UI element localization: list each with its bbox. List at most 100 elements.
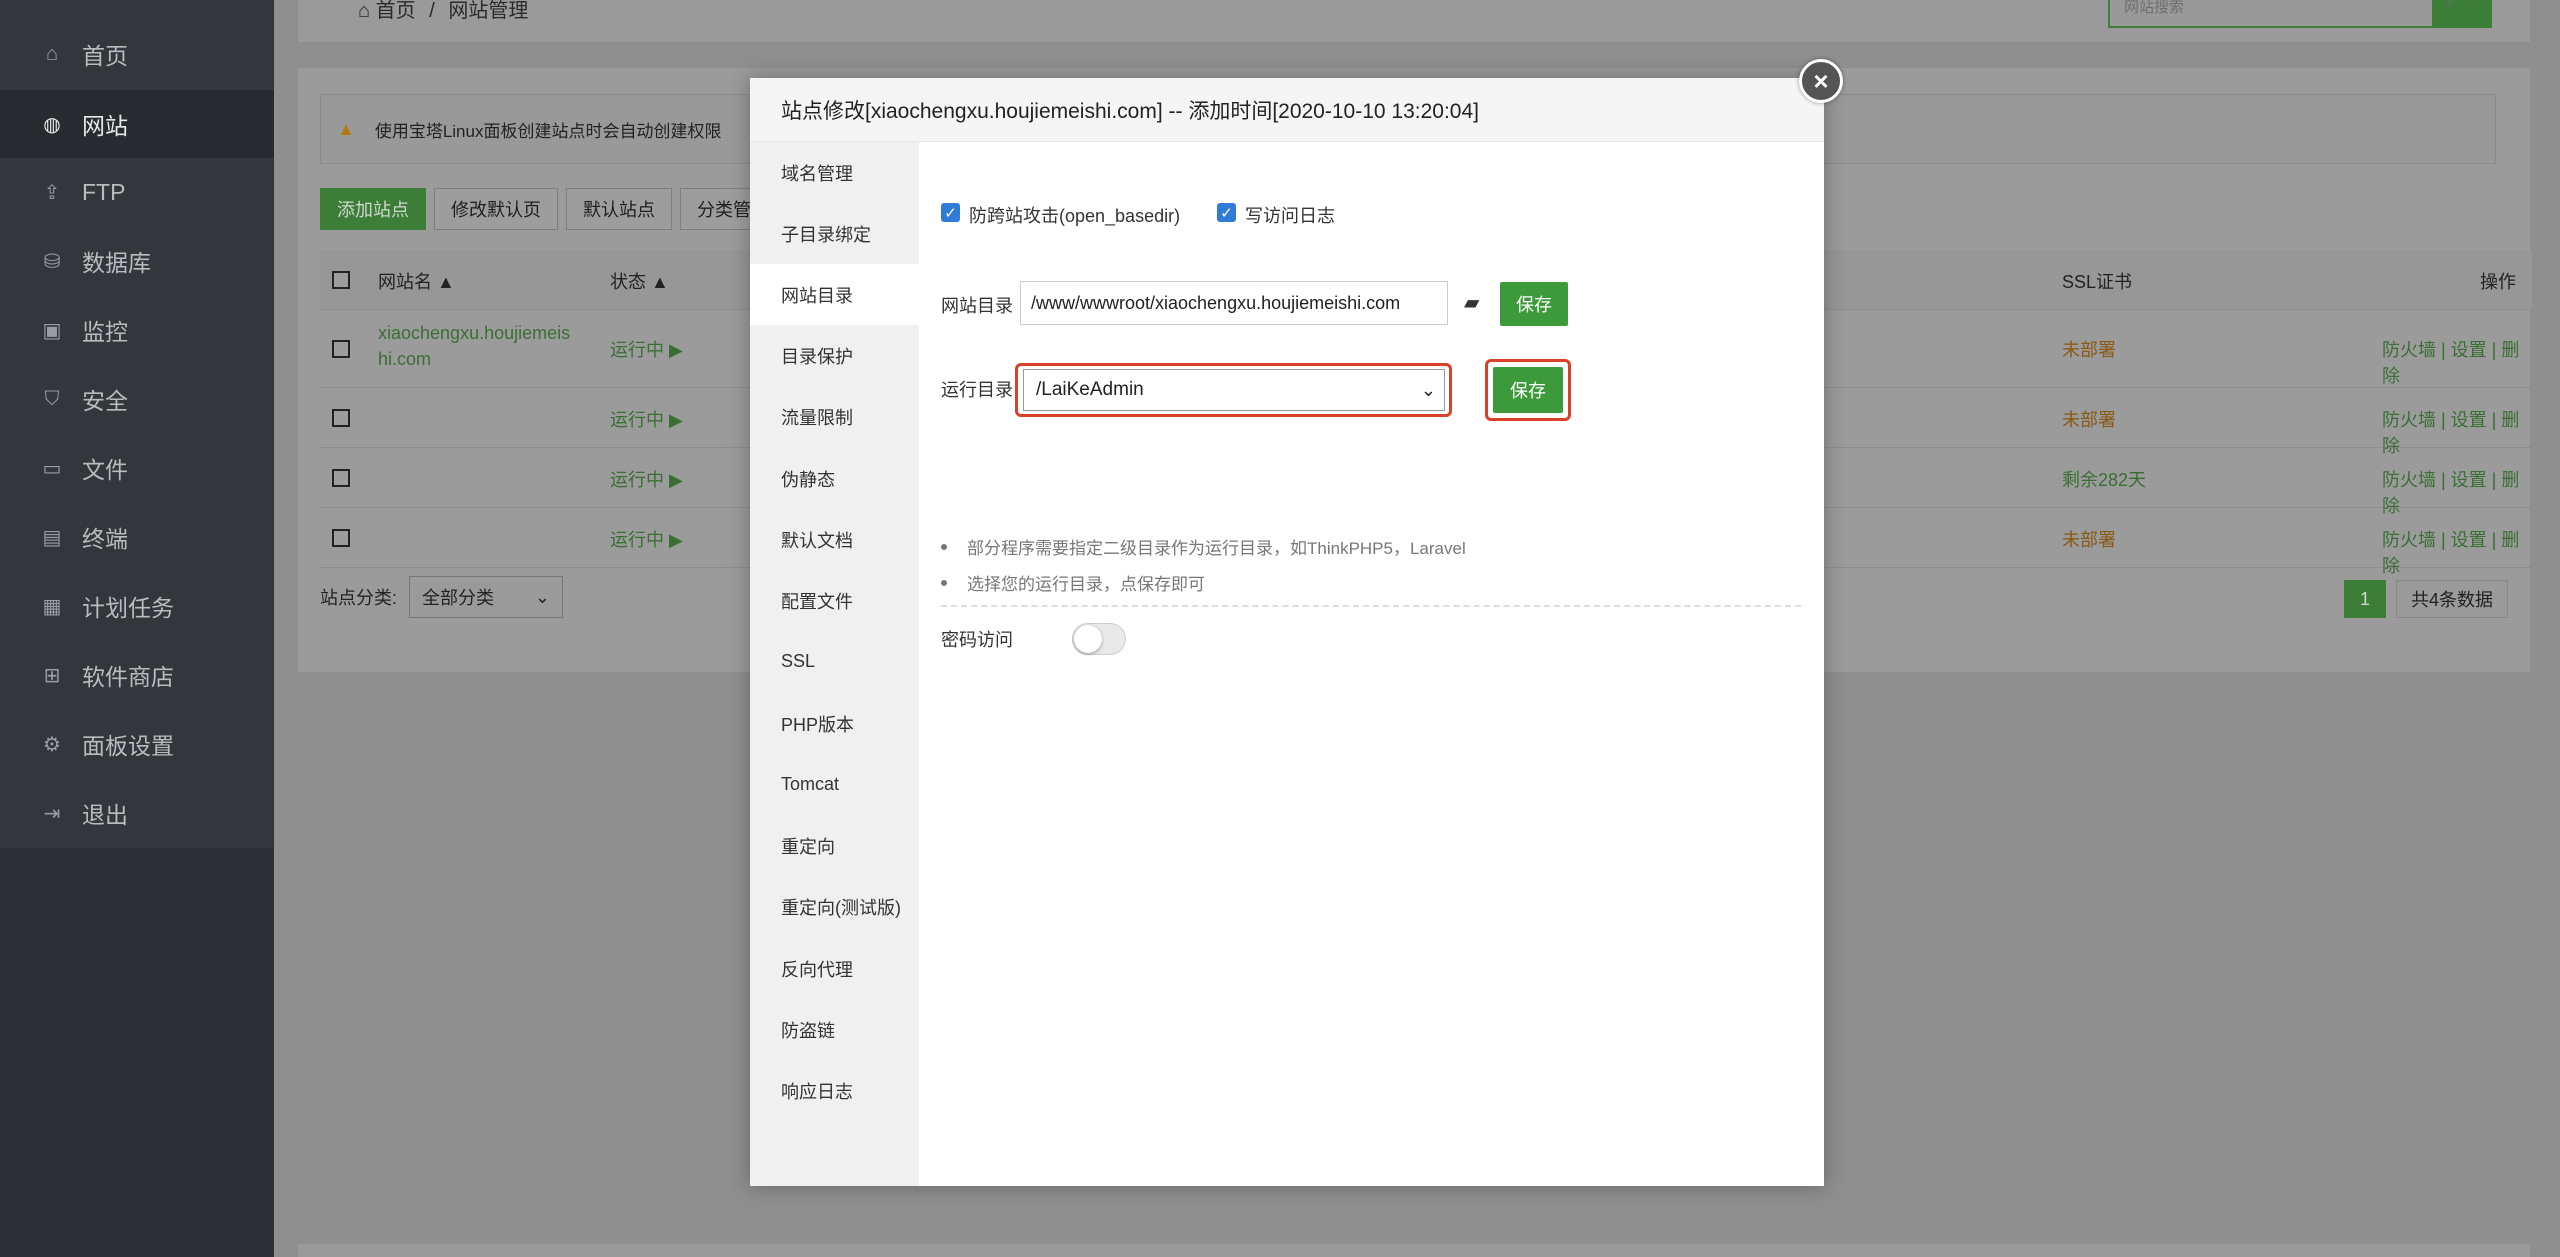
row-checkbox[interactable]	[332, 529, 350, 547]
category-select[interactable]: 全部分类 ⌄	[409, 576, 564, 618]
sidebar-item-home[interactable]: ⌂ 首页	[0, 20, 274, 88]
status-running[interactable]: 运行中 ▶	[610, 336, 683, 362]
sidebar-item-label: 安全	[82, 388, 128, 414]
column-site-name[interactable]: 网站名 ▲	[378, 268, 455, 294]
footer-strip	[298, 1244, 2530, 1257]
breadcrumb-home[interactable]: 首页	[376, 0, 416, 22]
tab-config-file[interactable]: 配置文件	[750, 570, 919, 631]
add-site-button[interactable]: 添加站点	[320, 188, 426, 230]
password-access-label: 密码访问	[941, 630, 1013, 650]
sidebar-item-label: 文件	[82, 457, 128, 483]
tab-rewrite[interactable]: 伪静态	[750, 448, 919, 509]
total-count: 共4条数据	[2395, 580, 2508, 618]
check-icon: ✓	[1220, 204, 1233, 222]
sidebar-item-label: 计划任务	[82, 595, 174, 621]
tab-traffic-limit[interactable]: 流量限制	[750, 386, 919, 447]
search-button[interactable]: ⌕	[2432, 0, 2490, 28]
sort-icon: ▲	[437, 272, 455, 292]
ssl-status[interactable]: 剩余282天	[2062, 466, 2146, 492]
column-status[interactable]: 状态 ▲	[610, 268, 669, 294]
row-checkbox[interactable]	[332, 469, 350, 487]
row-actions[interactable]: 防火墙 | 设置 | 删除	[2382, 526, 2532, 578]
breadcrumb-separator: /	[429, 0, 435, 22]
tab-dir-protect[interactable]: 目录保护	[750, 325, 919, 386]
sidebar-menu: ⌂ 首页 ◍ 网站 ⇪ FTP ⛁ 数据库 ▣ 监控 ⛉ 安全 ▭ 文件 ▤ 终端 ▦ 计划任务 …	[0, 0, 274, 848]
run-dir-select[interactable]: /LaiKeAdmin ⌄	[1023, 369, 1445, 411]
site-dir-label: 网站目录	[941, 296, 1013, 316]
breadcrumb-current: 网站管理	[448, 0, 529, 22]
close-icon: ×	[1813, 65, 1829, 96]
default-site-button[interactable]: 默认站点	[566, 188, 672, 230]
sidebar-item-label: 软件商店	[82, 664, 174, 690]
run-dir-save-button[interactable]: 保存	[1493, 367, 1563, 413]
sidebar-item-database[interactable]: ⛁ 数据库	[0, 227, 274, 295]
modify-default-page-button[interactable]: 修改默认页	[434, 188, 558, 230]
sidebar-item-settings[interactable]: ⚙ 面板设置	[0, 710, 274, 778]
sidebar-item-label: 面板设置	[82, 733, 174, 759]
site-dir-input[interactable]: /www/wwwroot/xiaochengxu.houjiemeishi.co…	[1020, 281, 1448, 325]
select-all-checkbox[interactable]	[332, 271, 350, 289]
status-running[interactable]: 运行中 ▶	[610, 406, 683, 432]
row-checkbox[interactable]	[332, 340, 350, 358]
sidebar-item-monitor[interactable]: ▣ 监控	[0, 296, 274, 364]
site-name-link[interactable]: xiaochengxu.houjiemeis hi.com	[378, 320, 588, 372]
sidebar-item-label: FTP	[82, 178, 126, 205]
close-button[interactable]: ×	[1799, 59, 1843, 103]
tab-domain[interactable]: 域名管理	[750, 142, 919, 203]
sidebar-item-label: 退出	[82, 802, 128, 828]
sidebar-item-label: 首页	[82, 43, 128, 69]
folder-open-icon[interactable]: ▰	[1464, 290, 1479, 315]
tab-redirect[interactable]: 重定向	[750, 815, 919, 876]
terminal-icon: ▤	[42, 526, 62, 549]
tab-redirect-beta[interactable]: 重定向(测试版)	[750, 876, 919, 937]
openbasedir-checkbox[interactable]: ✓	[941, 203, 960, 222]
tip-select-dir: 选择您的运行目录，点保存即可	[941, 570, 1205, 595]
grid-icon: ⊞	[43, 664, 61, 687]
gear-icon: ⚙	[43, 733, 61, 756]
ftp-icon: ⇪	[43, 181, 61, 204]
shield-icon: ⛉	[44, 387, 60, 410]
tab-reverse-proxy[interactable]: 反向代理	[750, 938, 919, 999]
sidebar-item-files[interactable]: ▭ 文件	[0, 434, 274, 502]
tab-default-doc[interactable]: 默认文档	[750, 509, 919, 570]
tab-response-log[interactable]: 响应日志	[750, 1060, 919, 1121]
password-access-toggle[interactable]	[1072, 623, 1126, 655]
status-running[interactable]: 运行中 ▶	[610, 526, 683, 552]
tab-ssl[interactable]: SSL	[750, 631, 919, 692]
sidebar-item-store[interactable]: ⊞ 软件商店	[0, 641, 274, 709]
logout-icon: ⇥	[43, 802, 61, 825]
tab-site-dir[interactable]: 网站目录	[750, 264, 919, 325]
status-running[interactable]: 运行中 ▶	[610, 466, 683, 492]
sidebar-item-security[interactable]: ⛉ 安全	[0, 365, 274, 433]
row-checkbox[interactable]	[332, 409, 350, 427]
row-actions[interactable]: 防火墙 | 设置 | 删除	[2382, 336, 2532, 388]
tab-subdir-bind[interactable]: 子目录绑定	[750, 203, 919, 264]
access-log-checkbox[interactable]: ✓	[1217, 203, 1236, 222]
tab-tomcat[interactable]: Tomcat	[750, 754, 919, 815]
sidebar-item-ftp[interactable]: ⇪ FTP	[0, 158, 274, 226]
sidebar-item-label: 监控	[82, 319, 128, 345]
sidebar-item-logout[interactable]: ⇥ 退出	[0, 779, 274, 847]
globe-icon: ◍	[43, 113, 61, 136]
site-category-filter: 站点分类: 全部分类 ⌄	[320, 576, 564, 618]
site-edit-modal: 站点修改[xiaochengxu.houjiemeishi.com] -- 添加…	[750, 59, 1843, 1186]
top-bar: ⌂ 首页 / 网站管理 网站搜索 ⌕	[298, 0, 2530, 42]
search-input[interactable]: 网站搜索 ⌕	[2108, 0, 2492, 28]
toggle-knob	[1074, 625, 1102, 653]
page-number[interactable]: 1	[2343, 580, 2386, 618]
ssl-status[interactable]: 未部署	[2062, 526, 2116, 552]
home-icon: ⌂	[45, 42, 59, 65]
home-icon: ⌂	[358, 0, 371, 22]
sidebar-item-website[interactable]: ◍ 网站	[0, 90, 274, 158]
sidebar-item-cron[interactable]: ▦ 计划任务	[0, 572, 274, 640]
ssl-status[interactable]: 未部署	[2062, 336, 2116, 362]
search-placeholder: 网站搜索	[2124, 0, 2185, 16]
sidebar-item-terminal[interactable]: ▤ 终端	[0, 503, 274, 571]
site-dir-save-button[interactable]: 保存	[1500, 282, 1568, 326]
chevron-down-icon: ⌄	[534, 586, 551, 607]
tab-php-version[interactable]: PHP版本	[750, 693, 919, 754]
alert-text: 使用宝塔Linux面板创建站点时会自动创建权限	[374, 121, 722, 141]
tab-hotlink-protect[interactable]: 防盗链	[750, 999, 919, 1060]
ssl-status[interactable]: 未部署	[2062, 406, 2116, 432]
sidebar-item-label: 网站	[82, 113, 128, 139]
